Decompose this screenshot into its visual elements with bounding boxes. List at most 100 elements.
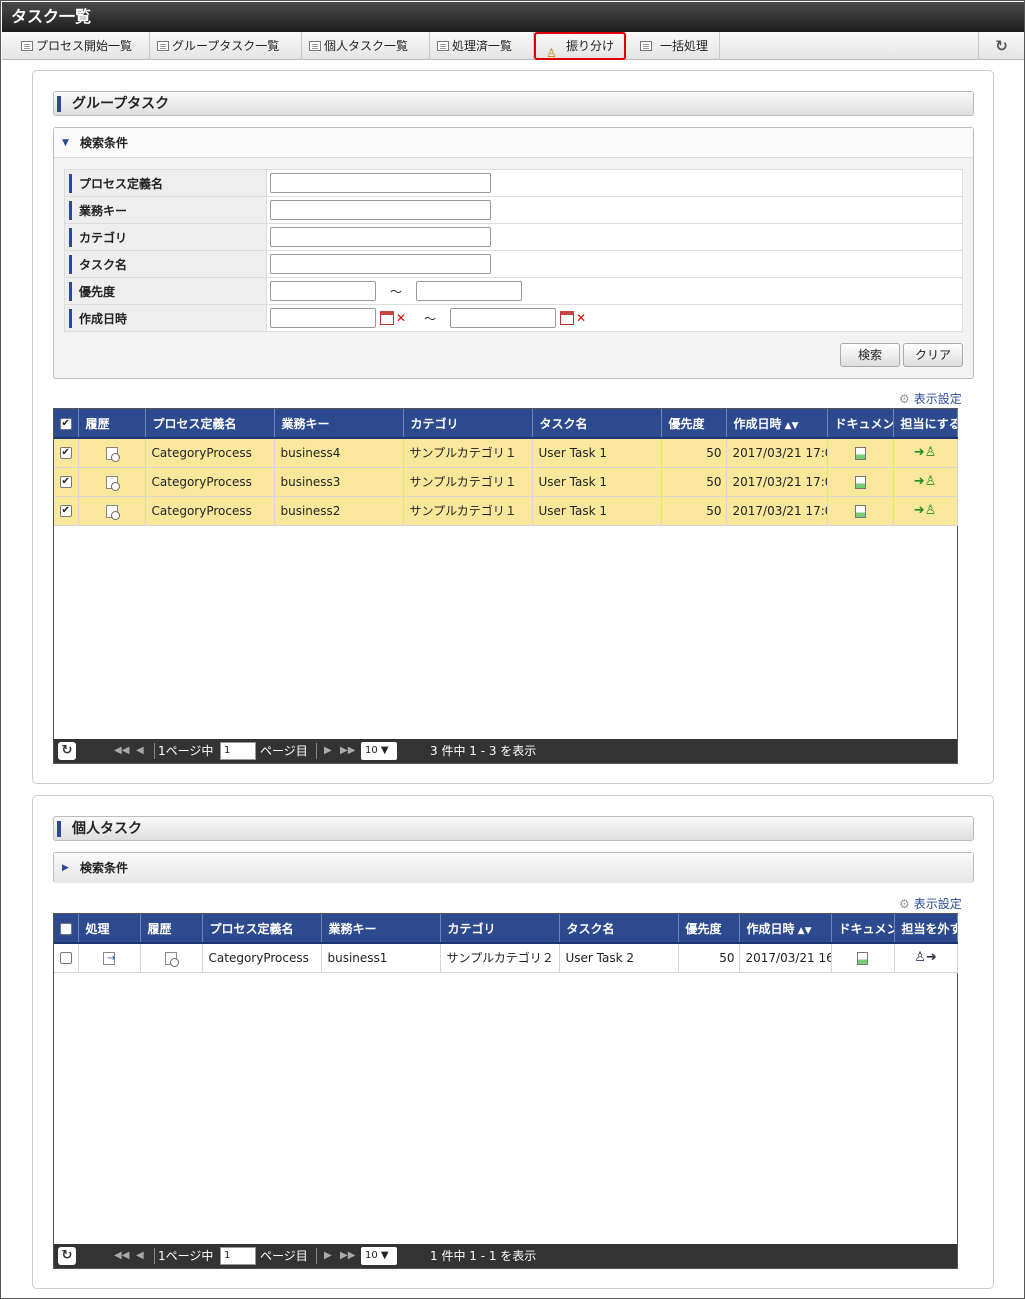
tab-personal-task-list[interactable]: 個人タスク一覧 — [302, 32, 430, 60]
category-input[interactable] — [270, 227, 491, 247]
document-icon[interactable] — [857, 951, 868, 965]
personal-display-settings-link[interactable]: ⚙ 表示設定 — [899, 895, 962, 912]
personal-search-conditions: ▶ 検索条件 — [53, 852, 974, 883]
field-label-process-def: プロセス定義名 — [64, 169, 267, 197]
tab-bar: プロセス開始一覧 グループタスク一覧 個人タスク一覧 処理済一覧 ♙ 振り分け 一… — [2, 32, 1024, 60]
col-unassign[interactable]: 担当を外す — [894, 914, 958, 944]
col-task-name[interactable]: タスク名 — [532, 409, 662, 439]
first-page-icon[interactable]: ◀◀ — [114, 739, 129, 763]
next-page-icon[interactable]: ▶ — [324, 739, 332, 763]
document-icon[interactable] — [854, 446, 866, 460]
col-document[interactable]: ドキュメント — [831, 914, 895, 944]
take-assignment-icon[interactable]: ➜♙ — [914, 445, 937, 460]
priority-from-input[interactable] — [270, 281, 376, 301]
personal-task-panel: 個人タスク ▶ 検索条件 ⚙ 表示設定 処理 履歴 プロセス定義名 業務キー カテゴ… — [32, 795, 994, 1289]
col-history[interactable]: 履歴 — [140, 914, 203, 944]
field-label-created: 作成日時 — [64, 304, 267, 332]
calendar-icon[interactable] — [560, 311, 574, 325]
field-label-task-name: タスク名 — [64, 250, 267, 278]
col-created[interactable]: 作成日時 ▲▼ — [739, 914, 832, 944]
reload-icon[interactable]: ↻ — [58, 742, 76, 760]
col-business-key[interactable]: 業務キー — [274, 409, 404, 439]
col-created[interactable]: 作成日時 ▲▼ — [726, 409, 828, 439]
col-task-name[interactable]: タスク名 — [559, 914, 679, 944]
select-all-checkbox[interactable] — [54, 914, 79, 944]
col-history[interactable]: 履歴 — [78, 409, 146, 439]
col-business-key[interactable]: 業務キー — [321, 914, 441, 944]
list-icon — [309, 41, 321, 51]
calendar-icon[interactable] — [380, 311, 394, 325]
group-task-grid: ✔ 履歴 プロセス定義名 業務キー カテゴリ タスク名 優先度 作成日時 ▲▼ … — [53, 408, 958, 764]
table-row[interactable]: CategoryProcess business1 サンプルカテゴリ２ User… — [54, 943, 958, 973]
document-icon[interactable] — [854, 504, 866, 518]
take-assignment-icon[interactable]: ➜♙ — [914, 503, 937, 518]
col-category[interactable]: カテゴリ — [403, 409, 533, 439]
tab-group-task-list[interactable]: グループタスク一覧 — [150, 32, 302, 60]
page-size-select[interactable]: 10 ▼ — [361, 742, 397, 760]
col-priority[interactable]: 優先度 — [661, 409, 727, 439]
business-key-input[interactable] — [270, 200, 491, 220]
tab-batch-process[interactable]: 一括処理 — [628, 32, 720, 60]
sort-icon: ▲▼ — [781, 420, 799, 431]
last-page-icon[interactable]: ▶▶ — [340, 1244, 355, 1268]
grid-header: 処理 履歴 プロセス定義名 業務キー カテゴリ タスク名 優先度 作成日時 ▲▼… — [54, 914, 958, 944]
history-icon[interactable] — [105, 475, 120, 491]
search-button[interactable]: 検索 — [840, 343, 900, 367]
next-page-icon[interactable]: ▶ — [324, 1244, 332, 1268]
gear-icon: ⚙ — [899, 392, 910, 406]
document-icon[interactable] — [854, 475, 866, 489]
created-from-input[interactable] — [270, 308, 376, 328]
app-window: タスク一覧 プロセス開始一覧 グループタスク一覧 個人タスク一覧 処理済一覧 ♙… — [0, 0, 1025, 1299]
process-task-icon[interactable] — [103, 951, 115, 965]
clear-button[interactable]: クリア — [903, 343, 963, 367]
col-process-def[interactable]: プロセス定義名 — [145, 409, 275, 439]
created-to-input[interactable] — [450, 308, 556, 328]
search-conditions-toggle[interactable]: ▶ 検索条件 — [54, 853, 973, 883]
window-title: タスク一覧 — [2, 2, 1024, 32]
group-display-settings-link[interactable]: ⚙ 表示設定 — [899, 390, 962, 407]
table-row[interactable]: ✔ CategoryProcess business2 サンプルカテゴリ１ Us… — [54, 496, 958, 526]
field-label-priority: 優先度 — [64, 277, 267, 305]
tab-processed-list[interactable]: 処理済一覧 — [430, 32, 534, 60]
process-def-input[interactable] — [270, 173, 491, 193]
search-conditions-toggle[interactable]: ▼ 検索条件 — [54, 128, 973, 158]
col-priority[interactable]: 優先度 — [678, 914, 740, 944]
page-number-input[interactable]: 1 — [220, 1247, 256, 1265]
field-label-business-key: 業務キー — [64, 196, 267, 224]
row-checkbox[interactable]: ✔ — [59, 447, 72, 460]
col-assign[interactable]: 担当にする — [893, 409, 958, 439]
page-number-input[interactable]: 1 — [220, 742, 256, 760]
tab-assign[interactable]: ♙ 振り分け — [534, 32, 626, 60]
col-category[interactable]: カテゴリ — [440, 914, 560, 944]
task-name-input[interactable] — [270, 254, 491, 274]
prev-page-icon[interactable]: ◀ — [136, 1244, 144, 1268]
col-document[interactable]: ドキュメント — [827, 409, 894, 439]
release-assignment-icon[interactable]: ♙➜ — [914, 950, 937, 965]
table-row[interactable]: ✔ CategoryProcess business3 サンプルカテゴリ１ Us… — [54, 467, 958, 497]
last-page-icon[interactable]: ▶▶ — [340, 739, 355, 763]
row-checkbox[interactable]: ✔ — [59, 476, 72, 488]
refresh-button[interactable]: ↻ — [978, 32, 1024, 60]
history-icon[interactable] — [105, 446, 120, 462]
group-task-heading: グループタスク — [53, 91, 974, 116]
group-pager: ↻ ◀◀ ◀ 1ページ中 1 ページ目 ▶ ▶▶ 10 ▼ 3 件中 1 - 3… — [54, 739, 957, 763]
tab-process-start-list[interactable]: プロセス開始一覧 — [14, 32, 150, 60]
history-icon[interactable] — [105, 504, 120, 520]
page-size-select[interactable]: 10 ▼ — [361, 1247, 397, 1265]
col-process[interactable]: 処理 — [78, 914, 141, 944]
history-icon[interactable] — [165, 951, 179, 967]
list-icon — [21, 41, 33, 51]
take-assignment-icon[interactable]: ➜♙ — [914, 474, 937, 489]
clear-date-icon[interactable]: ✕ — [576, 311, 590, 325]
field-label-category: カテゴリ — [64, 223, 267, 251]
first-page-icon[interactable]: ◀◀ — [114, 1244, 129, 1268]
row-checkbox[interactable]: ✔ — [59, 505, 72, 517]
col-process-def[interactable]: プロセス定義名 — [202, 914, 322, 944]
prev-page-icon[interactable]: ◀ — [136, 739, 144, 763]
table-row[interactable]: ✔ CategoryProcess business4 サンプルカテゴリ１ Us… — [54, 438, 958, 468]
clear-date-icon[interactable]: ✕ — [396, 311, 410, 325]
reload-icon[interactable]: ↻ — [58, 1247, 76, 1265]
priority-to-input[interactable] — [416, 281, 522, 301]
select-all-checkbox[interactable]: ✔ — [54, 409, 79, 439]
row-checkbox[interactable] — [59, 952, 72, 965]
